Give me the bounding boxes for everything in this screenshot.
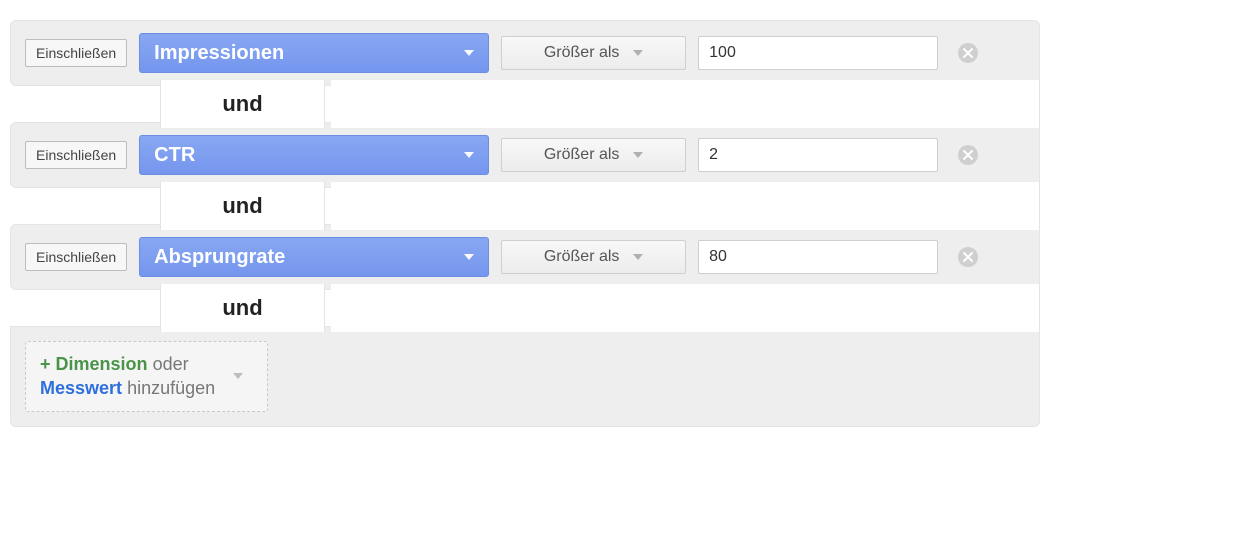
- value-input[interactable]: [698, 36, 938, 70]
- and-label: und: [160, 80, 325, 128]
- value-input[interactable]: [698, 138, 938, 172]
- filter-rule: Einschließen Impressionen Größer als: [10, 20, 1040, 86]
- metric-label: Impressionen: [154, 42, 284, 65]
- operator-dropdown[interactable]: Größer als: [501, 36, 686, 70]
- remove-rule-button[interactable]: [958, 43, 978, 63]
- include-toggle[interactable]: Einschließen: [25, 141, 127, 170]
- chevron-down-icon: [464, 152, 474, 158]
- and-connector: und: [10, 182, 1040, 230]
- spacer: [10, 182, 160, 230]
- connector-strip: [331, 182, 1040, 230]
- value-input[interactable]: [698, 240, 938, 274]
- add-metric-label: Messwert: [40, 378, 122, 398]
- close-icon: [963, 150, 973, 160]
- close-icon: [963, 48, 973, 58]
- and-label: und: [160, 284, 325, 332]
- and-connector: und: [10, 284, 1040, 332]
- chevron-down-icon: [464, 50, 474, 56]
- include-toggle[interactable]: Einschließen: [25, 243, 127, 272]
- operator-label: Größer als: [544, 248, 620, 266]
- connector-strip: [331, 284, 1040, 332]
- chevron-down-icon: [464, 254, 474, 260]
- operator-dropdown[interactable]: Größer als: [501, 240, 686, 274]
- add-suffix-label: hinzufügen: [127, 378, 215, 398]
- chevron-down-icon: [633, 254, 643, 260]
- filter-rule: Einschließen CTR Größer als: [10, 122, 1040, 188]
- filter-builder: Einschließen Impressionen Größer als und…: [10, 20, 1040, 427]
- add-dimension-label: Dimension: [56, 354, 148, 374]
- and-label: und: [160, 182, 325, 230]
- remove-rule-button[interactable]: [958, 145, 978, 165]
- metric-dropdown[interactable]: Impressionen: [139, 33, 489, 73]
- add-card-text: + Dimension oder Messwert hinzufügen: [40, 352, 215, 401]
- operator-label: Größer als: [544, 44, 620, 62]
- add-or-label: oder: [153, 354, 189, 374]
- connector-strip: [331, 80, 1040, 128]
- metric-label: CTR: [154, 144, 195, 167]
- chevron-down-icon: [633, 50, 643, 56]
- spacer: [10, 80, 160, 128]
- plus-icon: +: [40, 354, 51, 374]
- filter-rule: Einschließen Absprungrate Größer als: [10, 224, 1040, 290]
- operator-dropdown[interactable]: Größer als: [501, 138, 686, 172]
- include-toggle[interactable]: Einschließen: [25, 39, 127, 68]
- metric-dropdown[interactable]: Absprungrate: [139, 237, 489, 277]
- operator-label: Größer als: [544, 146, 620, 164]
- remove-rule-button[interactable]: [958, 247, 978, 267]
- close-icon: [963, 252, 973, 262]
- chevron-down-icon: [633, 152, 643, 158]
- spacer: [10, 284, 160, 332]
- chevron-down-icon: [233, 373, 243, 379]
- and-connector: und: [10, 80, 1040, 128]
- metric-label: Absprungrate: [154, 246, 285, 269]
- metric-dropdown[interactable]: CTR: [139, 135, 489, 175]
- add-rule-section: + Dimension oder Messwert hinzufügen: [10, 326, 1040, 427]
- add-dimension-or-metric[interactable]: + Dimension oder Messwert hinzufügen: [25, 341, 268, 412]
